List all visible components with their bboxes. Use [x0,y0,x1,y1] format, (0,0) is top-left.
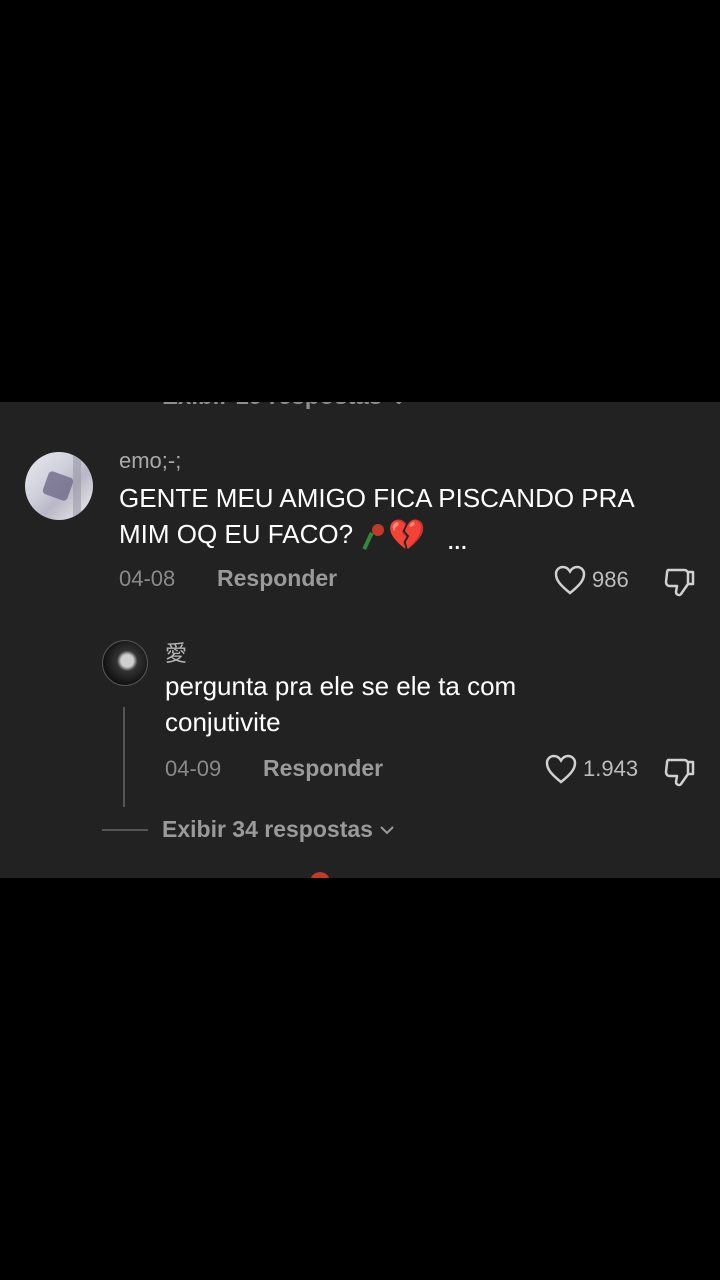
like-button[interactable]: 986 [554,565,629,595]
reply-like-button[interactable]: 1.943 [545,754,638,784]
chevron-down-icon [380,825,394,834]
view-replies-divider [102,829,148,831]
comment-username[interactable]: emo;-; [119,448,181,474]
view-replies-previous[interactable]: Exibir 19 respostas ⌄ [162,402,409,411]
rose-emoji-icon [360,522,388,550]
comments-panel: Exibir 19 respostas ⌄ emo;-; GENTE MEU A… [0,402,720,878]
heart-icon [554,565,586,595]
reply-text-line1: pergunta pra ele se ele ta com [165,671,517,701]
broken-heart-emoji-icon: 💔 [388,519,426,553]
dislike-icon[interactable] [664,756,696,788]
view-replies-label: Exibir 34 respostas [162,816,373,842]
next-comment-peek [310,872,330,878]
heart-icon [545,754,577,784]
reply-text-line2: conjutivite [165,707,281,737]
dislike-icon[interactable] [664,566,696,598]
like-count: 986 [592,567,629,592]
avatar-stripe [73,452,81,520]
comment-text-line2-text: MIM OQ EU FACO? [119,519,354,549]
more-text-button[interactable]: ... [448,532,468,555]
avatar[interactable] [25,452,93,520]
thread-line [123,707,125,807]
comment-text: GENTE MEU AMIGO FICA PISCANDO PRA MIM OQ… [119,480,709,552]
avatar-image [41,470,75,502]
view-replies-previous-label: Exibir 19 respostas [162,402,382,410]
comment-text-line2: MIM OQ EU FACO? 💔 [119,516,709,552]
reply-like-count: 1.943 [583,756,639,781]
comment-text-line1: GENTE MEU AMIGO FICA PISCANDO PRA [119,483,635,513]
reply-text: pergunta pra ele se ele ta com conjutivi… [165,668,685,740]
comment-date: 04-08 [119,566,176,591]
reply-username[interactable]: 愛 [165,636,187,668]
view-replies-button[interactable]: Exibir 34 respostas [162,816,395,843]
reply-avatar[interactable] [102,640,148,686]
reply-reply-button[interactable]: Responder [263,755,383,782]
reply-button[interactable]: Responder [217,565,337,592]
reply-date: 04-09 [165,756,222,781]
